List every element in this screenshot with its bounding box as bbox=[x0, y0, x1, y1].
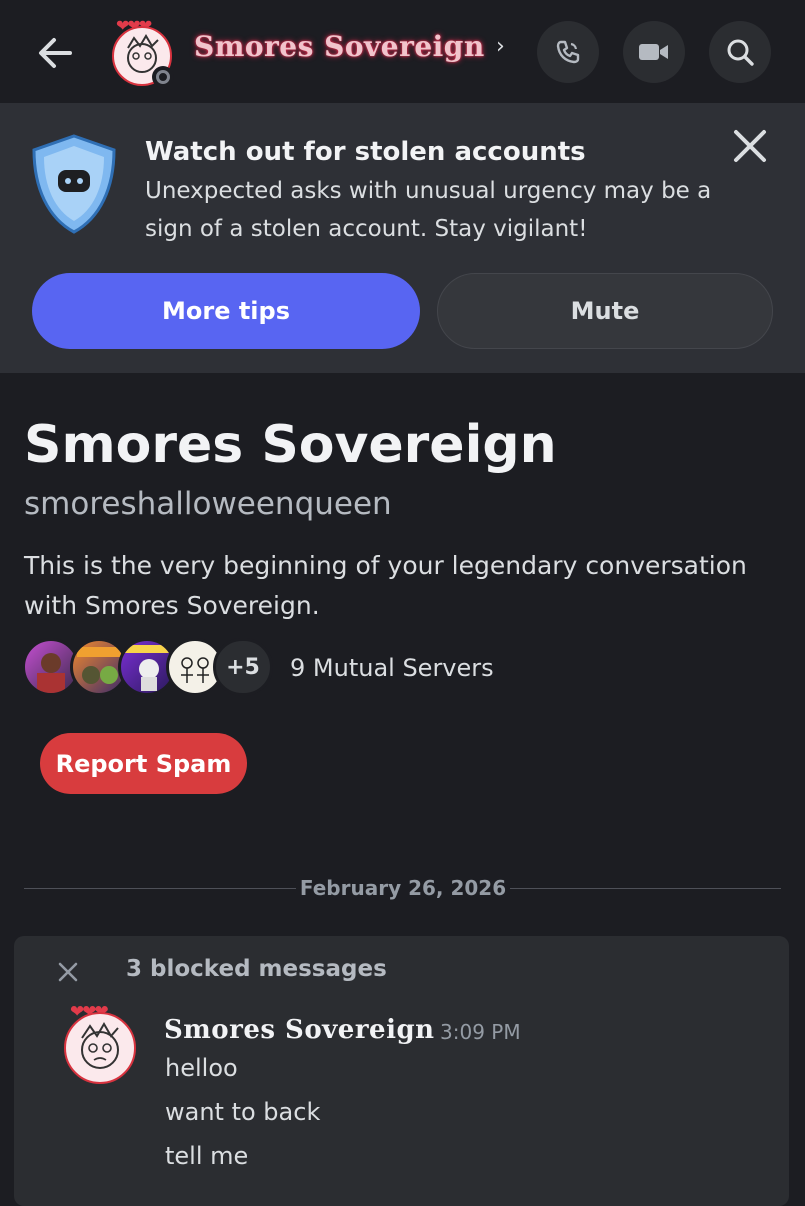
call-icon bbox=[556, 40, 580, 64]
avatar-image bbox=[64, 1012, 136, 1084]
shield-icon bbox=[28, 132, 120, 236]
message-timestamp: 3:09 PM bbox=[440, 1020, 521, 1044]
video-button[interactable] bbox=[623, 21, 685, 83]
message-text: want to back bbox=[165, 1098, 321, 1126]
search-button[interactable] bbox=[709, 21, 771, 83]
conversation-intro-text: This is the very beginning of your legen… bbox=[24, 551, 747, 620]
chevron-right-icon[interactable]: › bbox=[496, 34, 505, 59]
message-text: helloo bbox=[165, 1054, 238, 1082]
blocked-messages-label[interactable]: 3 blocked messages bbox=[126, 956, 387, 982]
status-offline-icon bbox=[152, 66, 174, 88]
divider-line bbox=[510, 888, 781, 889]
search-icon bbox=[727, 39, 754, 66]
header-avatar[interactable]: ❤❤❤ bbox=[106, 16, 178, 88]
header-title[interactable]: Smores Sovereign bbox=[194, 30, 485, 63]
close-icon[interactable] bbox=[728, 124, 772, 168]
profile-display-name: Smores Sovereign bbox=[24, 415, 557, 475]
more-tips-button[interactable]: More tips bbox=[32, 273, 420, 349]
message-author[interactable]: Smores Sovereign bbox=[164, 1015, 435, 1045]
more-servers-badge[interactable]: +5 bbox=[213, 638, 273, 696]
message-avatar[interactable]: ❤❤❤ bbox=[62, 1002, 142, 1086]
profile-username: smoreshalloweenqueen bbox=[24, 486, 392, 522]
video-icon bbox=[639, 44, 668, 60]
banner-title: Watch out for stolen accounts bbox=[145, 137, 586, 167]
back-arrow-icon[interactable] bbox=[30, 28, 80, 78]
message-text: tell me bbox=[165, 1142, 249, 1170]
mute-button[interactable]: Mute bbox=[437, 273, 773, 349]
date-divider: February 26, 2026 bbox=[299, 876, 507, 900]
collapse-close-icon[interactable] bbox=[56, 960, 80, 984]
report-spam-button[interactable]: Report Spam bbox=[40, 733, 247, 794]
mutual-servers-label[interactable]: 9 Mutual Servers bbox=[290, 654, 494, 682]
banner-body: Unexpected asks with unusual urgency may… bbox=[145, 178, 712, 242]
call-button[interactable] bbox=[537, 21, 599, 83]
divider-line bbox=[24, 888, 296, 889]
